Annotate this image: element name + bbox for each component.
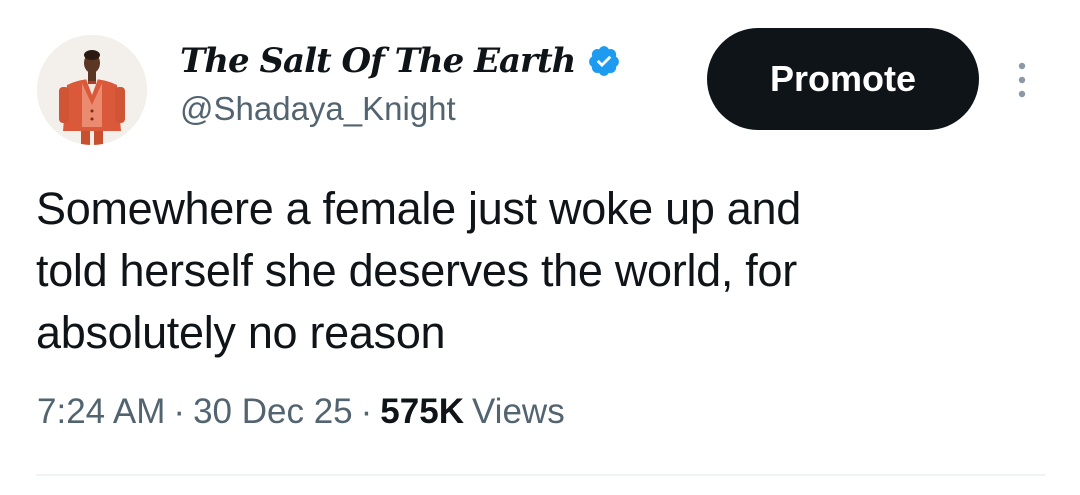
avatar-image (37, 35, 147, 145)
views-count[interactable]: 575K (380, 392, 464, 432)
meta-separator: · (360, 392, 373, 431)
tweet[interactable]: The Salt Of The Earth @Shadaya_Knight Pr… (0, 0, 1080, 495)
tweet-meta: 7:24 AM · 30 Dec 25 · 575K Views (37, 392, 565, 432)
more-vertical-icon[interactable] (1010, 60, 1034, 100)
verified-badge-icon[interactable] (587, 44, 621, 78)
tweet-text: Somewhere a female just woke up and told… (36, 183, 801, 358)
meta-separator: · (173, 392, 186, 431)
user-handle[interactable]: @Shadaya_Knight (180, 90, 456, 128)
promote-button[interactable]: Promote (707, 28, 979, 130)
views-label[interactable]: Views (472, 392, 565, 432)
avatar[interactable] (37, 35, 147, 145)
tweet-date[interactable]: 30 Dec 25 (193, 392, 353, 432)
display-name[interactable]: The Salt Of The Earth (180, 41, 576, 81)
tweet-time[interactable]: 7:24 AM (37, 392, 165, 432)
divider (36, 474, 1046, 476)
author-name-row[interactable]: The Salt Of The Earth (180, 38, 621, 84)
